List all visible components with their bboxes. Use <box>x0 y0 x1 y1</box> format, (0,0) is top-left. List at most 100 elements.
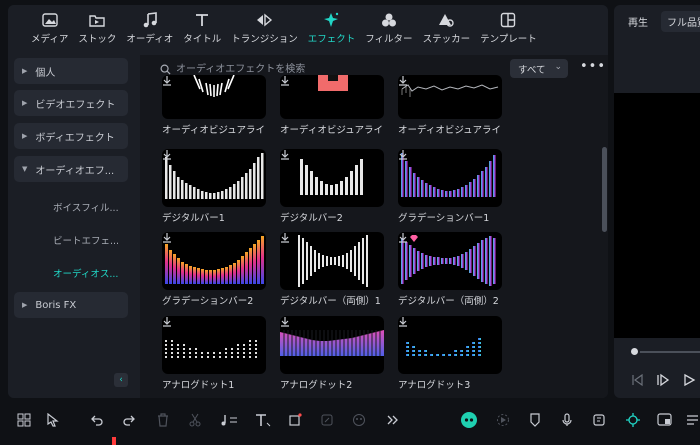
effect-card[interactable]: オーディオビジュアライ... <box>280 75 384 136</box>
effect-card[interactable]: アナログドット1 <box>162 316 266 391</box>
color-icon[interactable] <box>350 411 368 429</box>
effect-card[interactable]: アナログドット2 <box>280 316 384 391</box>
category-label: ビデオエフェクト <box>35 99 116 111</box>
ai-assistant-icon[interactable] <box>460 411 478 429</box>
snap-icon[interactable] <box>624 411 642 429</box>
caret-right-icon: ▶ <box>22 67 28 75</box>
effect-thumbnail <box>398 149 502 207</box>
category-personal[interactable]: ▶ 個人 <box>14 58 128 84</box>
audio-icon[interactable] <box>220 411 238 429</box>
quality-dropdown[interactable]: フル品質 <box>661 11 700 32</box>
effect-thumbnail <box>280 232 384 290</box>
category-audio-effects[interactable]: ▼ オーディオエフ... <box>14 156 128 182</box>
effect-thumbnail <box>162 316 266 374</box>
effect-card[interactable]: デジタルバー（両側）2 <box>398 232 502 307</box>
tab-label: タイトル <box>183 34 222 45</box>
effect-card[interactable]: グラデーションバー1 <box>398 149 502 224</box>
effect-label: デジタルバー1 <box>162 213 225 224</box>
more-tools-icon[interactable] <box>383 411 401 429</box>
effect-thumbnail <box>280 75 384 119</box>
more-options-button[interactable]: ••• <box>580 59 605 78</box>
subcategory-beat-effects[interactable]: ビートエフェ... <box>53 233 119 247</box>
delete-icon[interactable] <box>154 411 172 429</box>
effect-thumbnail <box>398 316 502 374</box>
caret-down-icon: ▼ <box>22 165 28 173</box>
playback-slider[interactable] <box>634 351 700 353</box>
category-body-effects[interactable]: ▶ ボディエフェクト <box>14 123 128 149</box>
layout-grid-icon[interactable] <box>15 411 33 429</box>
tab-filters[interactable]: フィルター <box>360 5 417 51</box>
effect-label: オーディオビジュアライ... <box>398 125 502 136</box>
category-boris-fx[interactable]: ▶ Boris FX <box>14 292 128 318</box>
download-icon <box>281 76 289 86</box>
media-toolbar: メディア ストック オーディオ タイトル トランジション エフェクト フィルター… <box>8 5 608 51</box>
effects-browser: すべて ⌄ ••• オーデ <box>140 55 608 398</box>
tab-label: エフェクト <box>307 34 356 45</box>
render-icon[interactable] <box>494 411 512 429</box>
keyframe-icon[interactable] <box>318 411 336 429</box>
play-next-icon[interactable] <box>656 373 670 387</box>
template-icon <box>498 11 518 29</box>
stock-icon <box>87 11 107 29</box>
tab-audio[interactable]: オーディオ <box>121 5 178 51</box>
playhead-marker[interactable] <box>112 437 116 445</box>
select-arrow-icon[interactable] <box>44 411 62 429</box>
effect-card[interactable]: デジタルバー（両側）1 <box>280 232 384 307</box>
voiceover-icon[interactable] <box>590 411 608 429</box>
timeline-toolbar <box>0 403 700 437</box>
subcategory-voice-filter[interactable]: ボイスフィル... <box>53 200 119 214</box>
undo-icon[interactable] <box>88 411 106 429</box>
download-icon <box>399 233 407 243</box>
pip-icon[interactable] <box>656 411 674 429</box>
effect-thumbnail <box>398 232 502 290</box>
effect-card[interactable]: オーディオビジュアライ... <box>398 75 502 136</box>
tab-templates[interactable]: テンプレート <box>475 5 542 51</box>
redo-icon[interactable] <box>120 411 138 429</box>
crop-icon[interactable] <box>286 411 304 429</box>
prev-frame-icon[interactable] <box>630 373 644 387</box>
effect-card[interactable]: デジタルバー1 <box>162 149 266 224</box>
scrollbar-thumb[interactable] <box>602 147 607 232</box>
effect-card[interactable]: アナログドット3 <box>398 316 502 391</box>
tab-titles[interactable]: タイトル <box>178 5 226 51</box>
text-icon[interactable] <box>254 411 272 429</box>
filter-dropdown[interactable]: すべて ⌄ <box>510 59 568 78</box>
tab-stickers[interactable]: ステッカー <box>418 5 476 51</box>
effect-label: デジタルバー2 <box>280 213 343 224</box>
music-note-icon <box>140 11 160 29</box>
effect-card[interactable]: グラデーションバー2 <box>162 232 266 307</box>
effect-card[interactable]: オーディオビジュアライ... <box>162 75 266 136</box>
tab-stock[interactable]: ストック <box>73 5 121 51</box>
playlist-icon[interactable] <box>684 411 700 429</box>
category-video-effects[interactable]: ▶ ビデオエフェクト <box>14 90 128 116</box>
download-icon <box>163 317 171 327</box>
tab-media[interactable]: メディア <box>26 5 73 51</box>
subcategory-audio-spectrum[interactable]: オーディオス... <box>53 266 118 280</box>
effect-label: グラデーションバー2 <box>162 296 254 307</box>
tab-label: メディア <box>31 34 69 45</box>
effect-label: オーディオビジュアライ... <box>162 125 266 136</box>
scissors-icon[interactable] <box>186 411 204 429</box>
app-window: メディア ストック オーディオ タイトル トランジション エフェクト フィルター… <box>0 0 700 445</box>
tab-label: フィルター <box>365 34 413 45</box>
download-icon <box>281 233 289 243</box>
effect-label: オーディオビジュアライ... <box>280 125 384 136</box>
tab-playback[interactable]: 再生 <box>628 14 648 29</box>
sidebar-collapse-button[interactable]: ‹ <box>114 373 128 387</box>
mic-icon[interactable] <box>558 411 576 429</box>
effect-thumbnail <box>162 232 266 290</box>
play-icon[interactable] <box>682 373 696 387</box>
category-label: オーディオエフ... <box>35 165 115 177</box>
effect-label: アナログドット2 <box>280 380 353 391</box>
tab-label: オーディオ <box>126 34 174 45</box>
playhead-knob[interactable] <box>629 346 640 357</box>
marker-icon[interactable] <box>526 411 544 429</box>
effect-card[interactable]: デジタルバー2 <box>280 149 384 224</box>
download-icon <box>281 150 289 160</box>
tab-effects[interactable]: エフェクト <box>303 5 361 51</box>
download-icon <box>163 233 171 243</box>
effect-label: デジタルバー（両側）1 <box>280 296 381 307</box>
tab-transitions[interactable]: トランジション <box>226 5 303 51</box>
timeline-ruler[interactable] <box>0 437 700 445</box>
download-icon <box>163 76 171 86</box>
